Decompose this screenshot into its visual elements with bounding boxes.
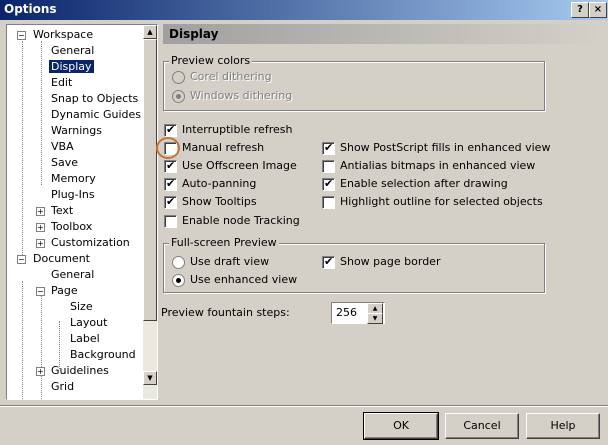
expand-icon[interactable]: + (36, 239, 45, 248)
checkbox-icon (164, 122, 177, 138)
tree-scrollbar[interactable]: ▲ ▼ (143, 25, 157, 399)
expand-icon[interactable]: + (36, 223, 45, 232)
title-bar[interactable]: Options ? × (0, 0, 608, 20)
collapse-icon[interactable]: − (17, 255, 26, 264)
fountain-steps-value[interactable]: 256 (336, 306, 357, 319)
tree-item-layout[interactable]: Layout (70, 315, 107, 331)
radio-icon (172, 274, 185, 287)
dialog-separator (0, 405, 608, 407)
tree-item-save[interactable]: Save (51, 155, 78, 171)
tree-item-snap-to-objects[interactable]: Snap to Objects (51, 91, 138, 107)
fullscreen-preview-label: Full-screen Preview (169, 236, 279, 249)
tree-item-vba[interactable]: VBA (51, 139, 74, 155)
spin-down-icon[interactable]: ▼ (367, 313, 383, 324)
options-tree: − Workspace General Display Edit Snap to… (6, 24, 158, 400)
checkbox-icon (164, 176, 177, 192)
expand-icon[interactable]: + (36, 207, 45, 216)
radio-icon (172, 71, 185, 84)
tree-item-display[interactable]: Display (49, 59, 94, 75)
collapse-icon[interactable]: − (36, 287, 45, 296)
scroll-down-icon[interactable]: ▼ (143, 371, 157, 385)
tree-item-document-general[interactable]: General (51, 267, 94, 283)
fountain-steps-label: Preview fountain steps: (161, 306, 290, 319)
checkbox-icon (322, 160, 335, 173)
highlight-circle-annotation (156, 137, 180, 159)
tree-item-label[interactable]: Label (70, 331, 100, 347)
checkbox-icon (322, 254, 335, 270)
tree-item-grid[interactable]: Grid (51, 379, 74, 395)
checkbox-icon (322, 176, 335, 192)
ok-button[interactable]: OK (363, 412, 439, 440)
expand-icon[interactable]: + (36, 367, 45, 376)
checkbox-icon (322, 196, 335, 209)
collapse-icon[interactable]: − (17, 31, 26, 40)
fountain-steps-spinner[interactable]: 256 ▲ ▼ (331, 302, 385, 324)
tree-item-size[interactable]: Size (70, 299, 93, 315)
scroll-thumb[interactable] (143, 39, 157, 321)
radio-icon (172, 90, 185, 103)
help-button[interactable]: Help (526, 413, 600, 439)
checkbox-icon (322, 140, 335, 156)
tree-item-background[interactable]: Background (70, 347, 136, 363)
tree-item-plug-ins[interactable]: Plug-Ins (51, 187, 95, 203)
tree-item-memory[interactable]: Memory (51, 171, 96, 187)
radio-icon (172, 256, 185, 269)
checkbox-icon (164, 194, 177, 210)
close-icon[interactable]: × (589, 2, 607, 18)
window-title: Options (4, 2, 57, 16)
cancel-button[interactable]: Cancel (445, 413, 519, 439)
preview-colors-label: Preview colors (169, 54, 253, 67)
page-title: Display (169, 27, 219, 41)
options-dialog: Options ? × − Workspace General Display … (0, 0, 608, 445)
scroll-up-icon[interactable]: ▲ (143, 25, 157, 39)
tree-item-edit[interactable]: Edit (51, 75, 72, 91)
help-icon[interactable]: ? (571, 2, 589, 18)
tree-item-dynamic-guides[interactable]: Dynamic Guides (51, 107, 141, 123)
checkbox-icon (164, 158, 177, 174)
tree-item-general[interactable]: General (51, 43, 94, 59)
checkbox-icon (164, 215, 177, 228)
page-header: Display (163, 24, 601, 44)
tree-item-warnings[interactable]: Warnings (51, 123, 102, 139)
